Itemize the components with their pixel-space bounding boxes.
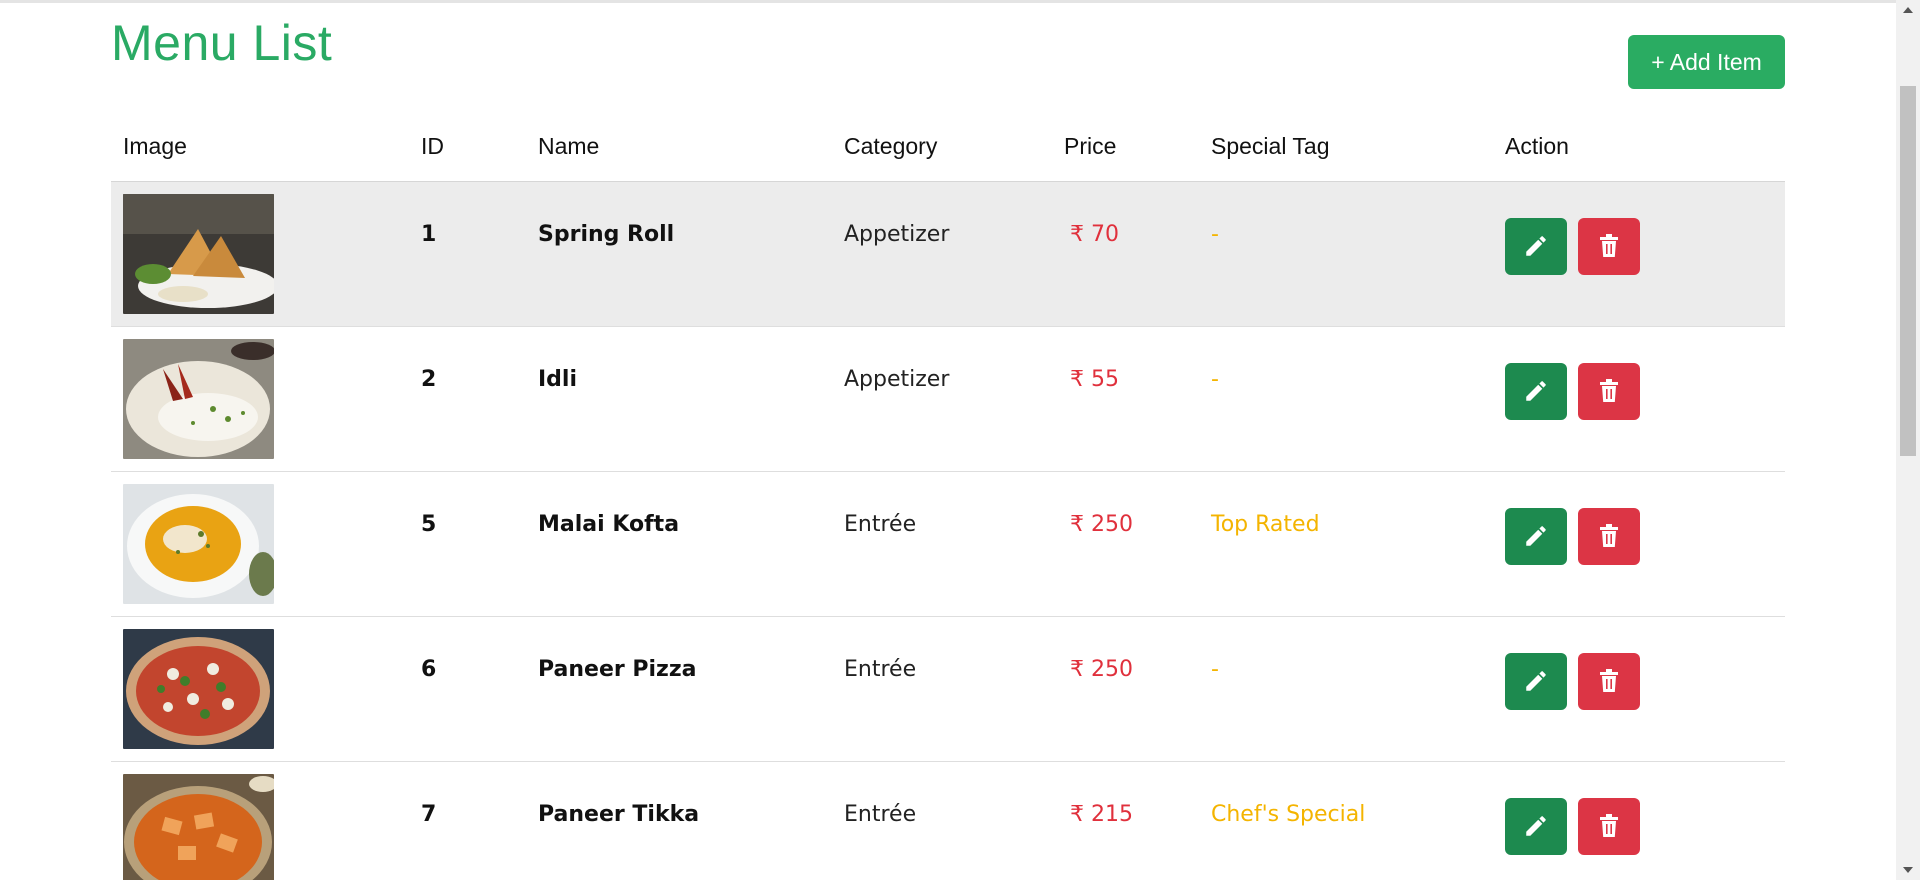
header-special-tag: Special Tag: [1199, 112, 1493, 182]
pencil-icon: [1526, 526, 1546, 546]
item-name: Paneer Pizza: [538, 656, 697, 682]
edit-button[interactable]: [1505, 362, 1567, 420]
pencil-icon: [1526, 816, 1546, 836]
paneer-pizza-image: [123, 628, 274, 749]
row-actions: [1505, 472, 1773, 565]
pencil-icon: [1526, 381, 1546, 401]
delete-button[interactable]: [1578, 652, 1640, 710]
delete-button[interactable]: [1578, 797, 1640, 855]
menu-table: Image ID Name Category Price Special Tag…: [111, 112, 1785, 880]
header-price: Price: [1052, 112, 1199, 182]
add-item-button[interactable]: + Add Item: [1628, 35, 1785, 89]
item-special-tag: Chef's Special: [1211, 801, 1366, 827]
item-price: ₹ 55: [1070, 366, 1119, 392]
header-image: Image: [111, 112, 409, 182]
table-header-row: Image ID Name Category Price Special Tag…: [111, 112, 1785, 182]
pencil-icon: [1526, 236, 1546, 256]
edit-button[interactable]: [1505, 652, 1567, 710]
trash-icon: [1600, 669, 1618, 692]
item-name: Paneer Tikka: [538, 801, 700, 827]
spring-roll-image: [123, 193, 274, 314]
malai-kofta-image: [123, 483, 274, 604]
item-special-tag: Top Rated: [1211, 511, 1320, 537]
item-id: 7: [421, 801, 437, 827]
header-category: Category: [832, 112, 1052, 182]
idli-image: [123, 338, 274, 459]
table-row: 6 Paneer Pizza Entrée ₹ 250 -: [111, 616, 1785, 762]
vertical-scrollbar[interactable]: [1896, 0, 1920, 880]
row-actions: [1505, 182, 1773, 275]
item-special-tag: -: [1211, 366, 1219, 392]
row-actions: [1505, 327, 1773, 420]
item-category: Entrée: [844, 656, 917, 682]
delete-button[interactable]: [1578, 217, 1640, 275]
pencil-icon: [1526, 671, 1546, 691]
item-name: Spring Roll: [538, 221, 675, 247]
item-category: Appetizer: [844, 366, 950, 392]
row-actions: [1505, 762, 1773, 855]
item-category: Entrée: [844, 511, 917, 537]
table-row: 7 Paneer Tikka Entrée ₹ 215 Chef's Speci…: [111, 761, 1785, 880]
item-id: 2: [421, 366, 437, 392]
table-row: 2 Idli Appetizer ₹ 55 -: [111, 326, 1785, 472]
item-category: Entrée: [844, 801, 917, 827]
item-id: 6: [421, 656, 437, 682]
trash-icon: [1600, 234, 1618, 257]
item-id: 5: [421, 511, 437, 537]
top-border: [0, 0, 1896, 3]
trash-icon: [1600, 524, 1618, 547]
item-price: ₹ 250: [1070, 656, 1133, 682]
table-row: 1 Spring Roll Appetizer ₹ 70 -: [111, 181, 1785, 327]
delete-button[interactable]: [1578, 362, 1640, 420]
item-name: Malai Kofta: [538, 511, 680, 537]
edit-button[interactable]: [1505, 507, 1567, 565]
scroll-up-arrow-icon[interactable]: [1896, 0, 1920, 20]
scroll-down-arrow-icon[interactable]: [1896, 860, 1920, 880]
table-row: 5 Malai Kofta Entrée ₹ 250 Top Rated: [111, 471, 1785, 617]
item-price: ₹ 215: [1070, 801, 1133, 827]
header-action: Action: [1493, 112, 1785, 182]
scrollbar-thumb[interactable]: [1900, 86, 1916, 456]
delete-button[interactable]: [1578, 507, 1640, 565]
trash-icon: [1600, 379, 1618, 402]
item-price: ₹ 250: [1070, 511, 1133, 537]
paneer-tikka-image: [123, 773, 274, 880]
page-title: Menu List: [111, 15, 333, 71]
header-id: ID: [409, 112, 526, 182]
edit-button[interactable]: [1505, 797, 1567, 855]
item-special-tag: -: [1211, 656, 1219, 682]
item-name: Idli: [538, 366, 578, 392]
item-special-tag: -: [1211, 221, 1219, 247]
trash-icon: [1600, 814, 1618, 837]
item-price: ₹ 70: [1070, 221, 1119, 247]
item-category: Appetizer: [844, 221, 950, 247]
row-actions: [1505, 617, 1773, 710]
header-name: Name: [526, 112, 832, 182]
item-id: 1: [421, 221, 437, 247]
edit-button[interactable]: [1505, 217, 1567, 275]
